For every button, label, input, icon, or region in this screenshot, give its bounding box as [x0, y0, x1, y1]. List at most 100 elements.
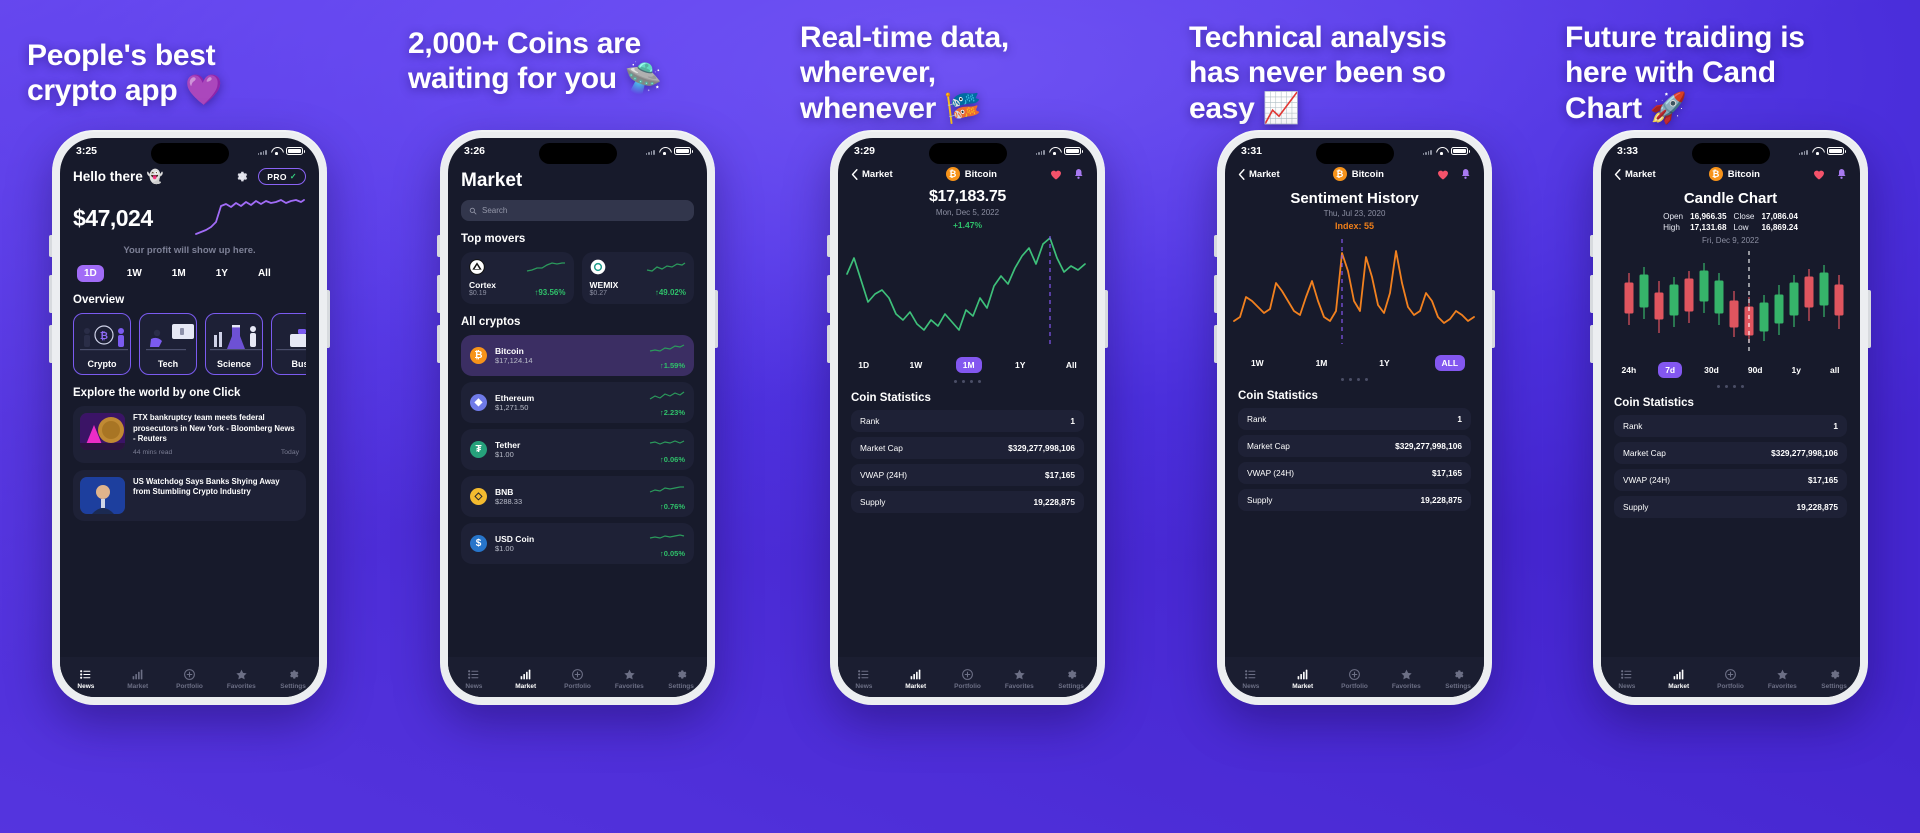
tab-news[interactable]: News — [1601, 668, 1653, 690]
coin-name: Tether — [495, 440, 521, 450]
range-1y[interactable]: 1Y — [209, 265, 235, 282]
bell-icon[interactable] — [1836, 168, 1847, 180]
category-card-crypto[interactable]: ₿ Crypto — [73, 313, 131, 375]
candle-chart[interactable] — [1601, 245, 1860, 356]
tab-portfolio[interactable]: Portfolio — [164, 668, 216, 690]
category-card-business[interactable]: Bus — [271, 313, 306, 375]
news-item[interactable]: FTX bankruptcy team meets federal prosec… — [73, 406, 306, 463]
category-label: Crypto — [87, 359, 117, 369]
tab-label: News — [1242, 682, 1260, 690]
range-1w[interactable]: 1W — [120, 265, 149, 282]
category-cards: ₿ Crypto Tech Science Bu — [73, 313, 306, 375]
bar-chart-icon — [1297, 669, 1308, 679]
tab-news[interactable]: News — [1225, 668, 1277, 690]
back-button[interactable]: Market — [1238, 169, 1280, 180]
back-button[interactable]: Market — [851, 169, 893, 180]
plus-circle-icon — [572, 668, 583, 680]
phone-mockup-3: 3:29 Market ₿ Bitcoin $17,183.75 Mon, De… — [827, 130, 1108, 705]
range-24h[interactable]: 24h — [1615, 362, 1644, 378]
list-icon — [468, 669, 479, 679]
tab-market[interactable]: Market — [500, 668, 552, 690]
range-1d[interactable]: 1D — [77, 265, 104, 282]
phone-mockup-5: 3:33 Market ₿ Bitcoin Candle Chart Open … — [1590, 130, 1871, 705]
tab-favorites[interactable]: Favorites — [603, 668, 655, 690]
coin-row[interactable]: ◆ Ethereum $1,271.50 ↑2.23% — [461, 382, 694, 423]
price-line-chart[interactable] — [838, 230, 1097, 351]
range-all[interactable]: ALL — [1434, 355, 1466, 371]
range-all[interactable]: all — [1823, 362, 1846, 378]
heart-icon[interactable] — [1813, 169, 1825, 180]
tab-news[interactable]: News — [448, 668, 500, 690]
tether-icon: ₮ — [470, 441, 487, 458]
range-all[interactable]: All — [251, 265, 278, 282]
range-90d[interactable]: 90d — [1741, 362, 1770, 378]
panel-2: 2,000+ Coins are waiting for you 🛸 3:26 … — [340, 0, 718, 833]
plus-circle-icon — [1725, 668, 1736, 680]
tab-news[interactable]: News — [838, 668, 890, 690]
range-1y[interactable]: 1y — [1785, 362, 1808, 378]
tab-settings[interactable]: Settings — [1432, 668, 1484, 690]
tab-market[interactable]: Market — [890, 668, 942, 690]
bell-icon[interactable] — [1073, 168, 1084, 180]
range-7d[interactable]: 7d — [1658, 362, 1683, 378]
range-1y[interactable]: 1Y — [1008, 357, 1032, 373]
coin-row[interactable]: $ USD Coin $1.00 ↑0.05% — [461, 523, 694, 564]
heart-icon[interactable] — [1050, 169, 1062, 180]
bell-icon[interactable] — [1460, 168, 1471, 180]
range-1w[interactable]: 1W — [903, 357, 930, 373]
gear-icon[interactable] — [234, 169, 249, 184]
range-1d[interactable]: 1D — [851, 357, 876, 373]
dynamic-island — [1315, 143, 1394, 164]
tab-favorites[interactable]: Favorites — [1756, 668, 1808, 690]
page-dots[interactable] — [1225, 378, 1484, 382]
coin-row[interactable]: ₿ Bitcoin $17,124.14 ↑1.59% — [461, 335, 694, 376]
dynamic-island — [928, 143, 1007, 164]
range-1m[interactable]: 1M — [1309, 355, 1335, 371]
tab-portfolio[interactable]: Portfolio — [1329, 668, 1381, 690]
dynamic-island — [150, 143, 229, 164]
stat-value: 19,228,875 — [1033, 497, 1075, 508]
tab-portfolio[interactable]: Portfolio — [1705, 668, 1757, 690]
stat-label: Rank — [860, 416, 880, 427]
tab-settings[interactable]: Settings — [1808, 668, 1860, 690]
range-1m[interactable]: 1M — [165, 265, 193, 282]
tab-market[interactable]: Market — [1277, 668, 1329, 690]
tab-favorites[interactable]: Favorites — [1380, 668, 1432, 690]
tab-favorites[interactable]: Favorites — [993, 668, 1045, 690]
page-dots[interactable] — [838, 380, 1097, 384]
range-1m[interactable]: 1M — [955, 357, 982, 373]
category-card-science[interactable]: Science — [205, 313, 263, 375]
tab-news[interactable]: News — [60, 668, 112, 690]
pro-badge[interactable]: PRO ✓ — [258, 168, 306, 185]
heart-icon[interactable] — [1437, 169, 1449, 180]
sentiment-line-chart[interactable] — [1225, 231, 1484, 349]
mover-card[interactable]: WEMIX $0.27 ↑49.02% — [581, 252, 694, 304]
news-item[interactable]: US Watchdog Says Banks Shying Away from … — [73, 469, 306, 521]
range-all[interactable]: All — [1059, 357, 1084, 373]
news-title: FTX bankruptcy team meets federal prosec… — [133, 413, 295, 444]
range-1y[interactable]: 1Y — [1372, 355, 1396, 371]
range-1w[interactable]: 1W — [1244, 355, 1271, 371]
bitcoin-icon: ₿ — [945, 167, 960, 181]
back-button[interactable]: Market — [1614, 169, 1656, 180]
headline-5: Future traiding is here with Cand Chart … — [1565, 21, 1805, 125]
coin-row[interactable]: ◇ BNB $288.33 ↑0.76% — [461, 476, 694, 517]
tab-portfolio[interactable]: Portfolio — [942, 668, 994, 690]
range-30d[interactable]: 30d — [1697, 362, 1726, 378]
tab-portfolio[interactable]: Portfolio — [552, 668, 604, 690]
tab-market[interactable]: Market — [1653, 668, 1705, 690]
tab-label: Market — [515, 682, 537, 690]
news-date: Today — [280, 448, 299, 456]
cellular-signal-icon — [1035, 148, 1045, 155]
tab-market[interactable]: Market — [112, 668, 164, 690]
top-movers-title: Top movers — [461, 233, 526, 245]
coin-row[interactable]: ₮ Tether $1.00 ↑0.06% — [461, 429, 694, 470]
search-input[interactable]: Search — [461, 200, 694, 221]
mover-card[interactable]: Cortex $0.19 ↑93.56% — [461, 252, 574, 304]
stat-label: Market Cap — [1247, 441, 1290, 452]
bottom-tab-bar: News Market Portfolio Favorites Settings — [60, 657, 319, 697]
tab-settings[interactable]: Settings — [267, 668, 319, 690]
page-dots[interactable] — [1601, 385, 1860, 389]
category-card-tech[interactable]: Tech — [139, 313, 197, 375]
tab-favorites[interactable]: Favorites — [215, 668, 267, 690]
